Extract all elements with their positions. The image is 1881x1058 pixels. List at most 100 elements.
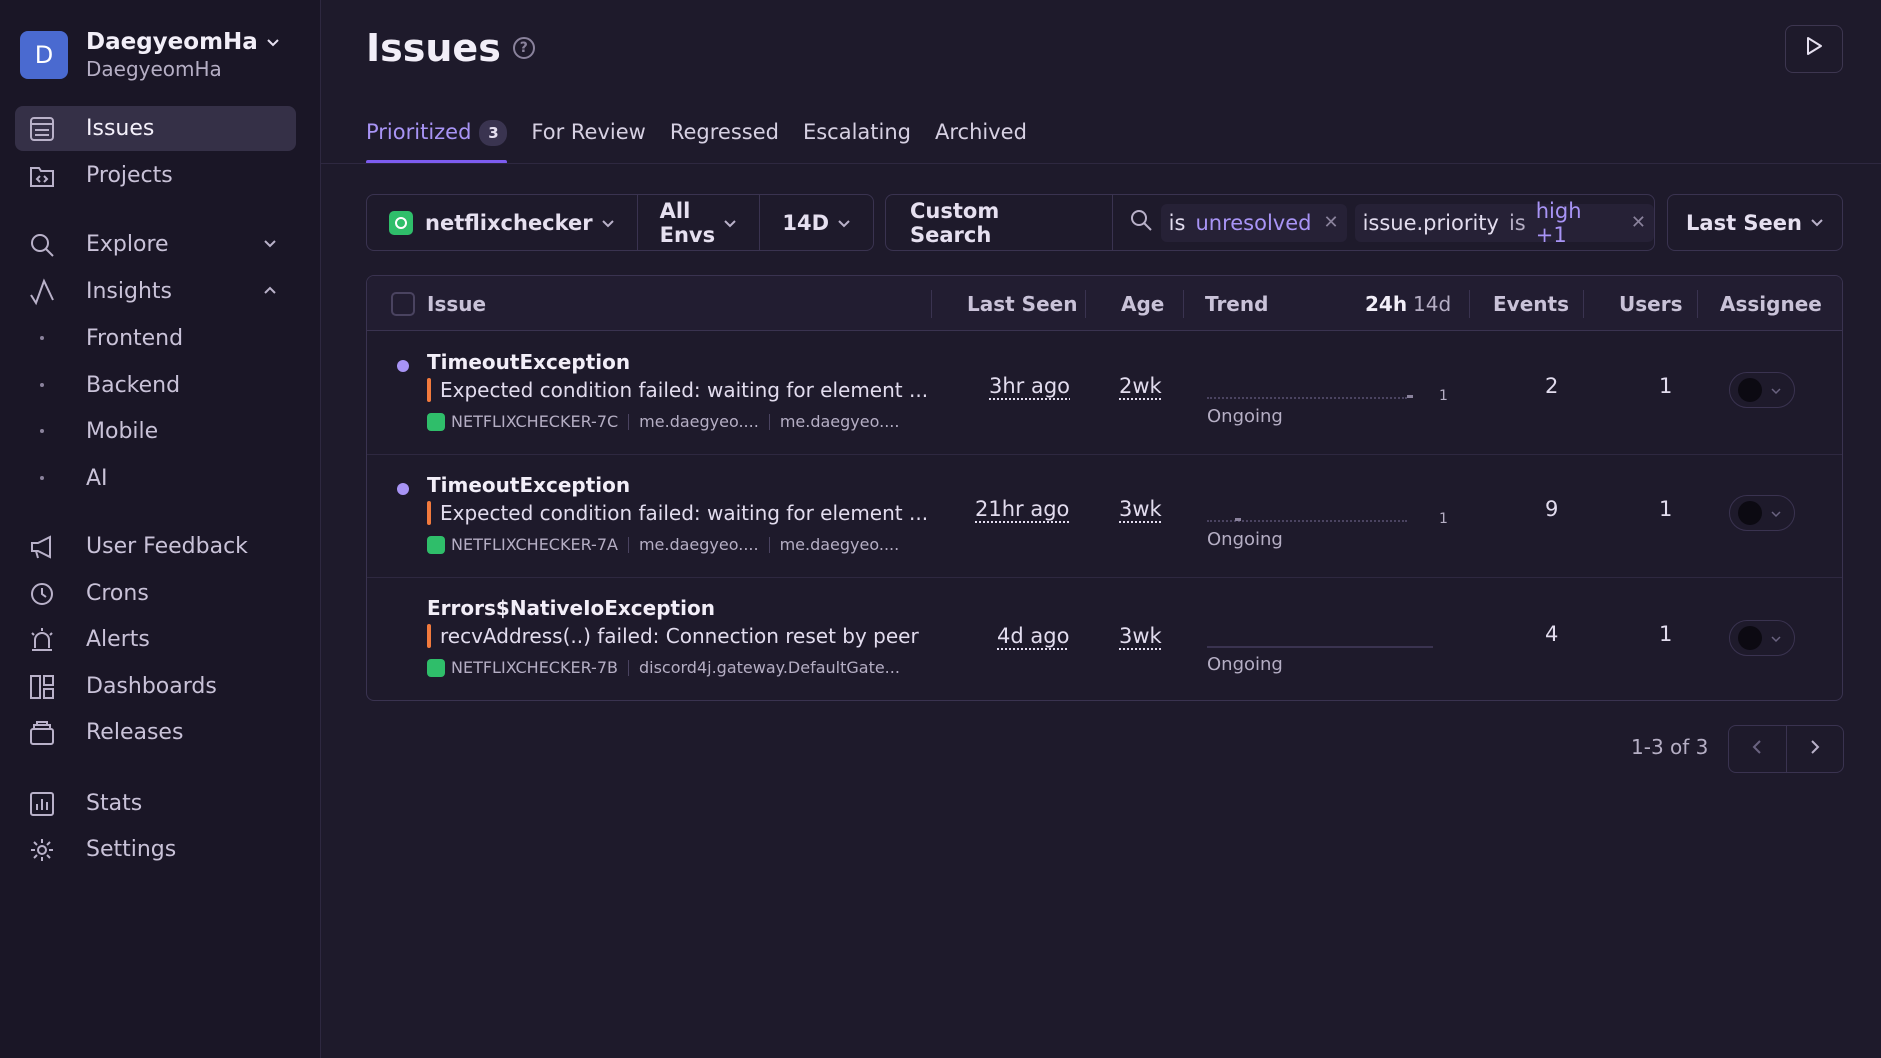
meta-divider	[768, 413, 770, 430]
chevron-down-icon	[266, 29, 280, 55]
avatar	[1738, 626, 1762, 650]
age-value[interactable]: 2wk	[1119, 374, 1162, 398]
sidebar-item-user-feedback[interactable]: User Feedback	[15, 524, 296, 569]
org-switcher[interactable]: D DaegyeomHa DaegyeomHa	[20, 29, 280, 81]
select-all-checkbox[interactable]	[391, 292, 415, 316]
project-selector[interactable]: netflixchecker	[367, 195, 638, 250]
tab-for-review[interactable]: For Review	[531, 118, 645, 164]
table-row[interactable]: TimeoutException Expected condition fail…	[367, 332, 1842, 455]
sidebar-item-crons[interactable]: Crons	[15, 571, 296, 616]
assignee-selector[interactable]	[1729, 620, 1795, 656]
priority-level-bar	[427, 501, 431, 525]
last-seen-value[interactable]: 3hr ago	[989, 374, 1070, 398]
column-last-seen[interactable]: Last Seen	[967, 276, 1077, 331]
sort-selector[interactable]: Last Seen	[1667, 194, 1843, 251]
assignee-selector[interactable]	[1729, 495, 1795, 531]
tab-label: Regressed	[669, 120, 779, 144]
tab-regressed[interactable]: Regressed	[670, 118, 779, 164]
tab-label: Escalating	[802, 120, 912, 144]
avatar	[1738, 501, 1762, 525]
page-title: Issues	[366, 26, 501, 70]
tab-escalating[interactable]: Escalating	[803, 118, 911, 164]
chevron-down-icon	[601, 211, 615, 235]
stats-icon	[27, 789, 57, 819]
meta-divider	[768, 536, 770, 553]
sidebar-item-projects[interactable]: Projects	[15, 153, 296, 198]
issue-location: me.daegyeo....	[779, 535, 900, 554]
table-header: Issue Last Seen Age Trend 24h 14d Events…	[367, 276, 1842, 331]
last-seen-value[interactable]: 4d ago	[997, 624, 1069, 648]
chevron-down-icon	[723, 211, 737, 235]
events-count: 2	[1545, 374, 1559, 398]
issue-short-id[interactable]: NETFLIXCHECKER-7A	[451, 535, 618, 554]
sidebar-item-explore[interactable]: Explore	[15, 222, 296, 267]
issue-title[interactable]: TimeoutException	[427, 473, 630, 497]
issues-icon	[27, 114, 57, 144]
age-value[interactable]: 3wk	[1119, 624, 1162, 648]
avatar	[1738, 378, 1762, 402]
issue-culprit: discord4j.gateway.DefaultGate...	[638, 658, 900, 677]
search-token-priority[interactable]: issue.priority is high +1 ✕	[1354, 199, 1654, 247]
trend-status: Ongoing	[1207, 406, 1283, 427]
bullet-icon	[40, 383, 44, 387]
org-avatar: D	[20, 31, 68, 79]
column-divider	[1469, 290, 1470, 318]
sidebar-subitem-backend[interactable]: Backend	[15, 365, 296, 405]
sidebar: D DaegyeomHa DaegyeomHa Issues Projects …	[0, 0, 321, 1058]
table-row[interactable]: TimeoutException Expected condition fail…	[367, 455, 1842, 578]
age-value[interactable]: 3wk	[1119, 497, 1162, 521]
projects-icon	[27, 161, 57, 191]
sidebar-item-alerts[interactable]: Alerts	[15, 617, 296, 662]
sidebar-item-issues[interactable]: Issues	[15, 106, 296, 151]
issue-message: recvAddress(..) failed: Connection reset…	[440, 624, 919, 648]
issue-short-id[interactable]: NETFLIXCHECKER-7B	[451, 658, 618, 677]
column-events[interactable]: Events	[1493, 276, 1569, 331]
last-seen-value[interactable]: 21hr ago	[975, 497, 1069, 521]
sidebar-item-label: Projects	[86, 163, 173, 188]
chevron-down-icon	[1770, 378, 1782, 403]
chevron-down-icon	[837, 211, 851, 235]
close-icon[interactable]: ✕	[1323, 212, 1338, 233]
sidebar-item-label: Crons	[86, 581, 149, 606]
trend-range-14d[interactable]: 14d	[1413, 276, 1451, 331]
users-count: 1	[1659, 622, 1673, 646]
column-users[interactable]: Users	[1619, 276, 1682, 331]
custom-search-button[interactable]: Custom Search	[886, 195, 1113, 250]
sidebar-subitem-mobile[interactable]: Mobile	[15, 411, 296, 451]
bullet-icon	[40, 336, 44, 340]
trend-range-24h[interactable]: 24h	[1365, 276, 1407, 331]
play-button[interactable]	[1785, 25, 1843, 73]
sidebar-item-label: Settings	[86, 837, 177, 862]
period-label: 14D	[782, 210, 829, 235]
tab-archived[interactable]: Archived	[935, 118, 1027, 164]
close-icon[interactable]: ✕	[1631, 212, 1646, 233]
sidebar-subitem-frontend[interactable]: Frontend	[15, 318, 296, 358]
sidebar-subitem-ai[interactable]: AI	[15, 458, 296, 498]
previous-page-button[interactable]	[1729, 726, 1787, 772]
table-row[interactable]: Errors$NativeIoException recvAddress(..)…	[367, 578, 1842, 700]
environment-selector[interactable]: All Envs	[638, 195, 761, 250]
issue-title[interactable]: TimeoutException	[427, 350, 630, 374]
issue-short-id[interactable]: NETFLIXCHECKER-7C	[451, 412, 618, 431]
column-age[interactable]: Age	[1121, 276, 1164, 331]
unread-indicator	[397, 360, 409, 372]
trend-status: Ongoing	[1207, 654, 1283, 675]
sidebar-item-stats[interactable]: Stats	[15, 781, 296, 826]
token-operator: is	[1508, 210, 1526, 235]
assignee-selector[interactable]	[1729, 372, 1795, 408]
sidebar-item-label: Alerts	[86, 627, 150, 652]
issue-message: Expected condition failed: waiting for e…	[440, 378, 929, 402]
next-page-button[interactable]	[1787, 726, 1844, 772]
period-selector[interactable]: 14D	[760, 195, 873, 250]
help-icon[interactable]: ?	[512, 37, 535, 59]
sidebar-item-settings[interactable]: Settings	[15, 827, 296, 872]
issue-title[interactable]: Errors$NativeIoException	[427, 596, 715, 620]
search-token-status[interactable]: is unresolved ✕	[1160, 203, 1347, 242]
tab-count-badge: 3	[479, 120, 508, 146]
column-issue: Issue	[427, 291, 487, 316]
tab-prioritized[interactable]: Prioritized 3	[366, 118, 508, 164]
sidebar-item-insights[interactable]: Insights	[15, 269, 296, 314]
trend-baseline	[1207, 646, 1433, 648]
sidebar-item-releases[interactable]: Releases	[15, 710, 296, 755]
sidebar-item-dashboards[interactable]: Dashboards	[15, 664, 296, 709]
